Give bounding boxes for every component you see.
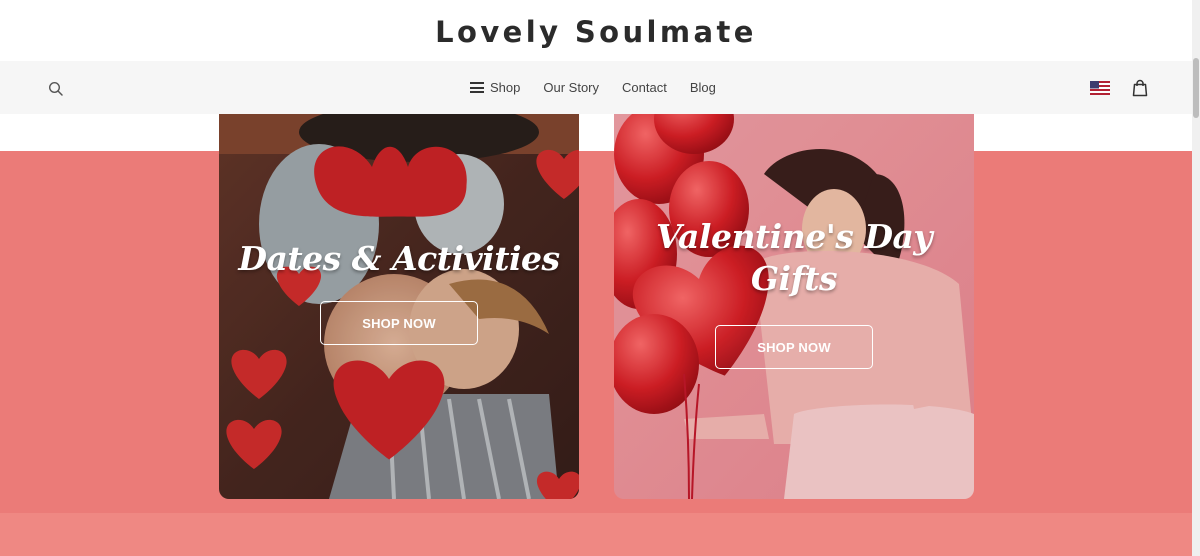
main-nav: Shop Our Story Contact Blog [0,61,1192,114]
card-title: Valentine's Day Gifts [614,216,974,300]
scrollbar-thumb[interactable] [1193,58,1199,118]
category-card-dates-activities[interactable]: Dates & Activities SHOP NOW [219,114,579,499]
nav-item-blog[interactable]: Blog [690,80,716,95]
brand-logo[interactable]: Lovely Soulmate [435,15,757,49]
nav-item-shop[interactable]: Shop [470,80,520,95]
search-icon[interactable] [48,81,64,97]
balloons-photo [614,114,974,499]
logo-bar: Lovely Soulmate [0,0,1192,61]
nav-item-contact[interactable]: Contact [622,80,667,95]
nav-item-our-story[interactable]: Our Story [543,80,599,95]
category-card-valentines-gifts[interactable]: Valentine's Day Gifts SHOP NOW [614,114,974,499]
shop-now-button[interactable]: SHOP NOW [320,301,478,345]
nav-item-label: Our Story [543,80,599,95]
shopping-bag-icon[interactable] [1132,79,1148,97]
us-flag-icon[interactable] [1090,81,1110,95]
card-title-line: Valentine's Day [655,217,933,256]
nav-menu: Shop Our Story Contact Blog [470,61,716,114]
card-title-line: Gifts [750,259,838,298]
page-scrollbar[interactable] [1192,0,1200,556]
nav-item-label: Contact [622,80,667,95]
shop-now-button[interactable]: SHOP NOW [715,325,873,369]
hamburger-icon [470,82,484,93]
hero-background [0,151,1192,513]
nav-item-label: Blog [689,80,716,95]
card-title: Dates & Activities [238,239,560,278]
section-background [0,513,1192,556]
nav-item-label: Shop [490,80,521,95]
